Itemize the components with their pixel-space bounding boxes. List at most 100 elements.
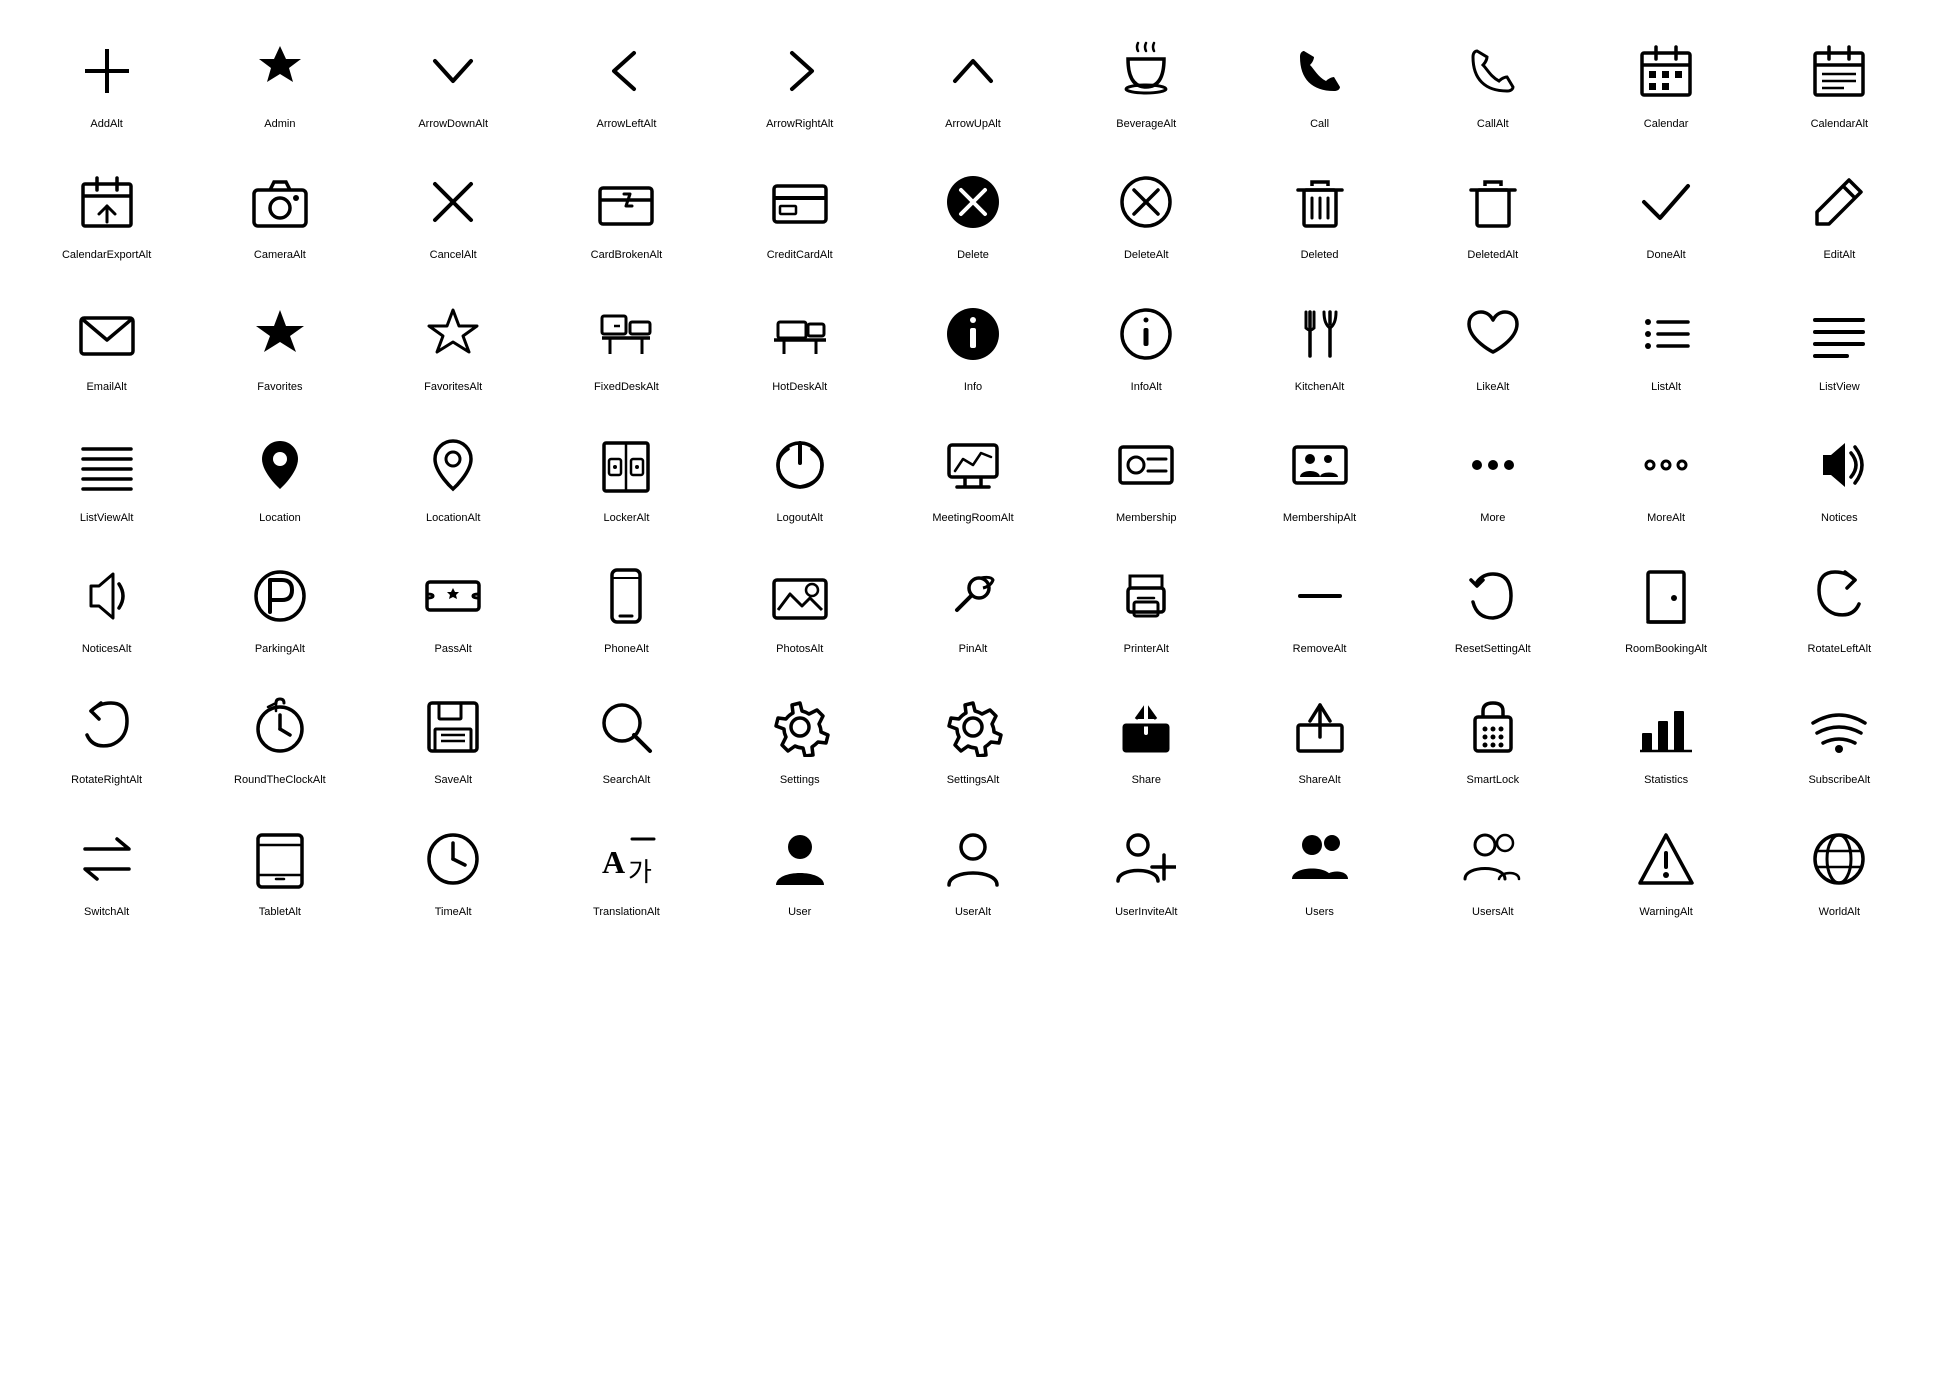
done-alt-icon bbox=[1630, 166, 1702, 238]
icon-label: Info bbox=[964, 380, 982, 394]
icon-label: CreditCardAlt bbox=[767, 248, 833, 262]
list-alt-icon bbox=[1630, 298, 1702, 370]
icon-label: RoundTheClockAlt bbox=[234, 773, 326, 787]
icon-cell-timealt: TimeAlt bbox=[367, 808, 540, 929]
icon-label: KitchenAlt bbox=[1295, 380, 1345, 394]
membership-icon bbox=[1110, 429, 1182, 501]
icon-label: LocationAlt bbox=[426, 511, 480, 525]
tablet-alt-icon bbox=[244, 823, 316, 895]
icon-label: Notices bbox=[1821, 511, 1858, 525]
photos-alt-icon bbox=[764, 560, 836, 632]
icon-grid: AddAlt Admin ArrowDownAlt ArrowLeftAlt A… bbox=[20, 20, 1926, 929]
icon-label: User bbox=[788, 905, 811, 919]
icon-cell-users: Users bbox=[1233, 808, 1406, 929]
icon-cell-hotdeskalt: HotDeskAlt bbox=[713, 283, 886, 404]
arrow-left-alt-icon bbox=[590, 35, 662, 107]
icon-cell-donealt: DoneAlt bbox=[1579, 151, 1752, 272]
icon-label: BeverageAlt bbox=[1116, 117, 1176, 131]
favorites-icon bbox=[244, 298, 316, 370]
call-alt-icon bbox=[1457, 35, 1529, 107]
icon-cell-location: Location bbox=[193, 414, 366, 535]
save-alt-icon bbox=[417, 691, 489, 763]
notices-icon bbox=[1803, 429, 1875, 501]
icon-cell-statistics: Statistics bbox=[1579, 676, 1752, 797]
icon-label: RemoveAlt bbox=[1293, 642, 1347, 656]
icon-cell-share: Share bbox=[1060, 676, 1233, 797]
beverage-alt-icon bbox=[1110, 35, 1182, 107]
icon-cell-editalt: EditAlt bbox=[1753, 151, 1926, 272]
icon-cell-listalt: ListAlt bbox=[1579, 283, 1752, 404]
parking-alt-icon bbox=[244, 560, 316, 632]
icon-cell-morealt: MoreAlt bbox=[1579, 414, 1752, 535]
icon-label: TranslationAlt bbox=[593, 905, 660, 919]
membership-alt-icon bbox=[1284, 429, 1356, 501]
share-alt-icon bbox=[1284, 691, 1356, 763]
arrow-down-alt-icon bbox=[417, 35, 489, 107]
icon-label: CalendarAlt bbox=[1811, 117, 1868, 131]
icon-label: PhoneAlt bbox=[604, 642, 649, 656]
icon-cell-more: More bbox=[1406, 414, 1579, 535]
meeting-room-alt-icon bbox=[937, 429, 1009, 501]
icon-cell-likealt: LikeAlt bbox=[1406, 283, 1579, 404]
arrow-right-alt-icon bbox=[764, 35, 836, 107]
icon-label: DoneAlt bbox=[1647, 248, 1686, 262]
icon-label: EditAlt bbox=[1823, 248, 1855, 262]
fixed-desk-alt-icon bbox=[590, 298, 662, 370]
icon-label: ShareAlt bbox=[1298, 773, 1340, 787]
world-alt-icon bbox=[1803, 823, 1875, 895]
printer-alt-icon bbox=[1110, 560, 1182, 632]
icon-label: NoticesAlt bbox=[82, 642, 132, 656]
icon-cell-passalt: PassAlt bbox=[367, 545, 540, 666]
icon-label: ArrowDownAlt bbox=[418, 117, 488, 131]
icon-cell-smartlock: SmartLock bbox=[1406, 676, 1579, 797]
icon-label: LockerAlt bbox=[604, 511, 650, 525]
icon-label: TabletAlt bbox=[259, 905, 301, 919]
icon-cell-infoalt: InfoAlt bbox=[1060, 283, 1233, 404]
share-icon bbox=[1110, 691, 1182, 763]
icon-label: Calendar bbox=[1644, 117, 1689, 131]
icon-label: SmartLock bbox=[1467, 773, 1520, 787]
icon-cell-membershipalt: MembershipAlt bbox=[1233, 414, 1406, 535]
more-icon bbox=[1457, 429, 1529, 501]
icon-label: ArrowRightAlt bbox=[766, 117, 833, 131]
info-icon bbox=[937, 298, 1009, 370]
icon-label: HotDeskAlt bbox=[772, 380, 827, 394]
icon-label: LikeAlt bbox=[1476, 380, 1509, 394]
icon-cell-settings: Settings bbox=[713, 676, 886, 797]
icon-label: Call bbox=[1310, 117, 1329, 131]
rotate-left-alt-icon bbox=[1803, 560, 1875, 632]
icon-cell-calendar: Calendar bbox=[1579, 20, 1752, 141]
user-alt-icon bbox=[937, 823, 1009, 895]
time-alt-icon bbox=[417, 823, 489, 895]
icon-label: ListAlt bbox=[1651, 380, 1681, 394]
icon-label: ListViewAlt bbox=[80, 511, 134, 525]
icon-cell-calendaralt: CalendarAlt bbox=[1753, 20, 1926, 141]
icon-cell-call: Call bbox=[1233, 20, 1406, 141]
icon-label: DeletedAlt bbox=[1467, 248, 1518, 262]
search-alt-icon bbox=[590, 691, 662, 763]
icon-cell-settingsalt: SettingsAlt bbox=[886, 676, 1059, 797]
settings-alt-icon bbox=[937, 691, 1009, 763]
icon-label: AddAlt bbox=[90, 117, 122, 131]
icon-label: EmailAlt bbox=[86, 380, 126, 394]
icon-cell-resetsettingalt: ResetSettingAlt bbox=[1406, 545, 1579, 666]
reset-setting-alt-icon bbox=[1457, 560, 1529, 632]
statistics-icon bbox=[1630, 691, 1702, 763]
smart-lock-icon bbox=[1457, 691, 1529, 763]
icon-cell-fixeddeskalt: FixedDeskAlt bbox=[540, 283, 713, 404]
icon-label: ArrowLeftAlt bbox=[596, 117, 656, 131]
icon-label: MoreAlt bbox=[1647, 511, 1685, 525]
icon-cell-notices: Notices bbox=[1753, 414, 1926, 535]
icon-label: SubscribeAlt bbox=[1808, 773, 1870, 787]
call-icon bbox=[1284, 35, 1356, 107]
icon-cell-removealt: RemoveAlt bbox=[1233, 545, 1406, 666]
locker-alt-icon bbox=[590, 429, 662, 501]
icon-label: SettingsAlt bbox=[947, 773, 1000, 787]
warning-alt-icon bbox=[1630, 823, 1702, 895]
icon-cell-tabletalt: TabletAlt bbox=[193, 808, 366, 929]
icon-cell-arrowdownalt: ArrowDownAlt bbox=[367, 20, 540, 141]
users-icon bbox=[1284, 823, 1356, 895]
icon-cell-listview: ListView bbox=[1753, 283, 1926, 404]
notices-alt-icon bbox=[71, 560, 143, 632]
icon-label: ListView bbox=[1819, 380, 1860, 394]
